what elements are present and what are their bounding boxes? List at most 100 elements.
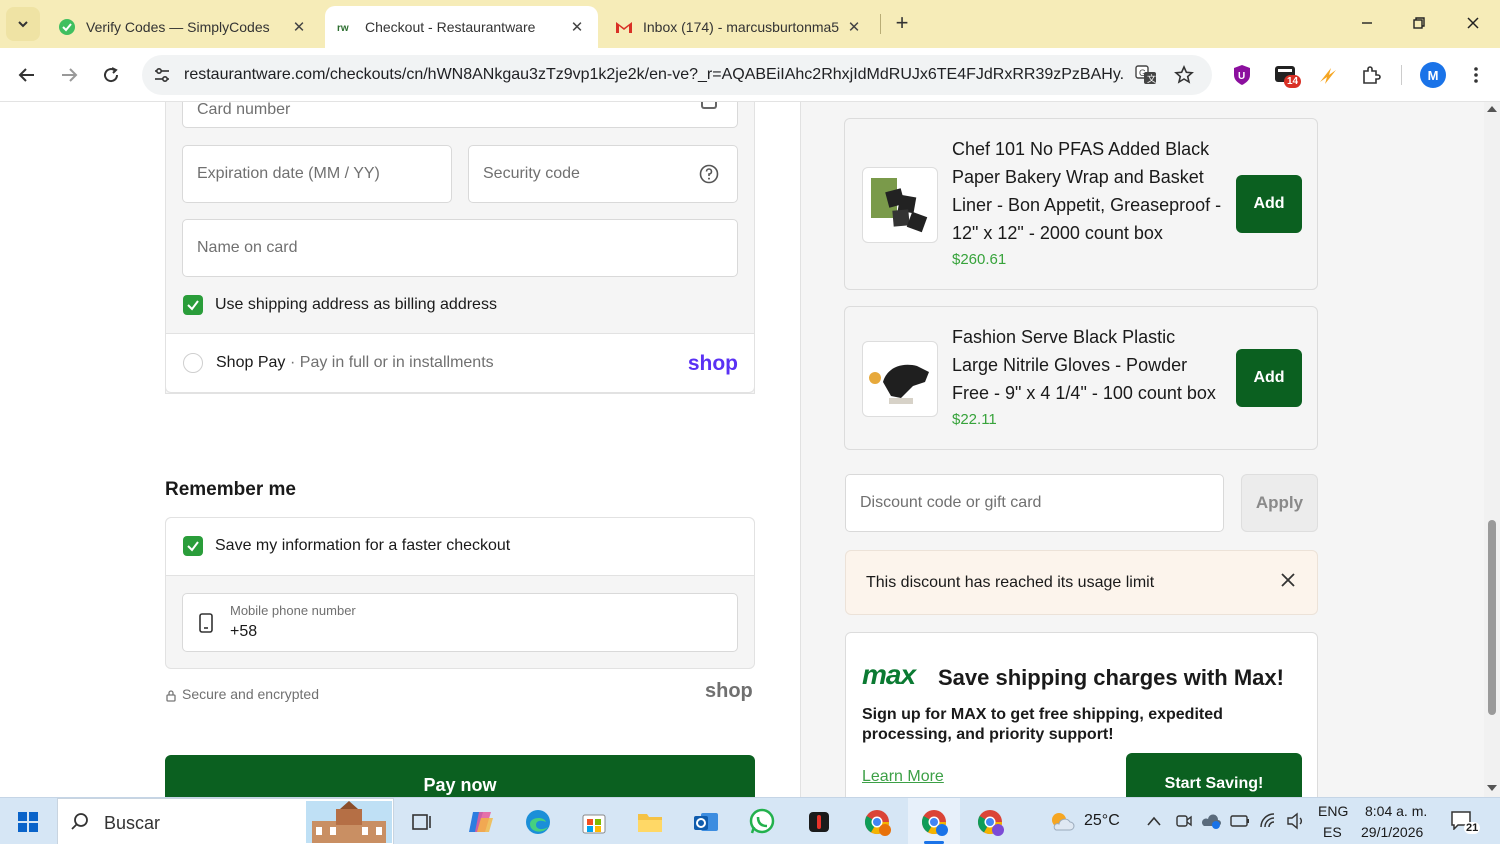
- red-app-icon[interactable]: [803, 806, 835, 838]
- new-tab-button[interactable]: +: [890, 10, 914, 38]
- copilot-icon[interactable]: [465, 806, 497, 838]
- onedrive-icon[interactable]: [1200, 812, 1222, 835]
- chrome-icon[interactable]: [861, 806, 893, 838]
- pay-now-button[interactable]: Pay now: [165, 755, 755, 797]
- clock-time[interactable]: 8:04 a. m.: [1365, 803, 1427, 819]
- tab-separator: [880, 14, 881, 34]
- close-window-button[interactable]: [1458, 8, 1488, 38]
- tab-close-icon[interactable]: ✕: [290, 18, 308, 36]
- edge-icon[interactable]: [522, 806, 554, 838]
- start-button[interactable]: [12, 806, 44, 838]
- expiration-date-field[interactable]: Expiration date (MM / YY): [182, 145, 452, 203]
- tab-close-icon[interactable]: ✕: [568, 18, 586, 36]
- page-scrollbar[interactable]: [1484, 102, 1500, 797]
- translate-icon[interactable]: G文: [1134, 63, 1158, 87]
- url-text: restaurantware.com/checkouts/cn/hWN8ANkg…: [184, 66, 1124, 83]
- notification-count: 21: [1464, 822, 1481, 834]
- taskbar-search-placeholder: Buscar: [104, 813, 161, 833]
- weather-icon[interactable]: [1046, 806, 1078, 838]
- microsoft-store-icon[interactable]: [578, 806, 610, 838]
- back-button[interactable]: [12, 60, 42, 90]
- product-name: Fashion Serve Black Plastic Large Nitril…: [952, 327, 1216, 403]
- task-view-icon[interactable]: [405, 806, 437, 838]
- language-bottom[interactable]: ES: [1323, 824, 1342, 840]
- checkmark-icon: [187, 300, 199, 311]
- shop-pay-option[interactable]: Shop Pay · Pay in full or in installment…: [165, 333, 755, 393]
- wifi-icon[interactable]: [1259, 812, 1279, 835]
- add-product-button[interactable]: Add: [1236, 349, 1302, 407]
- battery-icon: [1230, 814, 1250, 833]
- outlook-icon[interactable]: [690, 806, 722, 838]
- scroll-up-arrow[interactable]: [1487, 106, 1497, 112]
- toolbar-divider: [1401, 65, 1402, 85]
- product-price: $260.61: [952, 251, 1007, 268]
- windows-taskbar: Buscar 25°C ENG ES 8:04 a. m. 29/1/2026 …: [0, 797, 1500, 844]
- browser-menu-icon[interactable]: [1462, 61, 1490, 89]
- product-thumbnail: [862, 167, 938, 243]
- file-explorer-icon[interactable]: [634, 806, 666, 838]
- bookmark-star-icon[interactable]: [1172, 63, 1196, 87]
- discount-code-field[interactable]: Discount code or gift card: [845, 474, 1224, 532]
- apply-discount-button[interactable]: Apply: [1241, 474, 1318, 532]
- weather-temperature: 25°C: [1084, 812, 1120, 829]
- reload-button[interactable]: [96, 60, 126, 90]
- language-top[interactable]: ENG: [1318, 803, 1348, 819]
- chrome-profile-icon[interactable]: [974, 806, 1006, 838]
- profile-badge-icon: [879, 824, 891, 836]
- lightning-extension-icon[interactable]: [1314, 61, 1342, 89]
- restore-icon: [1413, 17, 1425, 29]
- scroll-down-arrow[interactable]: [1487, 785, 1497, 791]
- max-logo: max: [862, 659, 916, 690]
- learn-more-link[interactable]: Learn More: [862, 768, 944, 786]
- simplycodes-favicon-icon: [58, 18, 76, 36]
- forward-button[interactable]: [54, 60, 84, 90]
- scrollbar-thumb[interactable]: [1488, 520, 1496, 715]
- product-card: Chef 101 No PFAS Added Black Paper Baker…: [844, 118, 1318, 290]
- minimize-button[interactable]: [1352, 8, 1382, 38]
- shop-pay-logo: shop: [687, 352, 738, 375]
- tab-restaurantware[interactable]: rw Checkout - Restaurantware ✕: [325, 6, 598, 48]
- use-shipping-label: Use shipping address as billing address: [215, 296, 497, 313]
- extension-badge: 14: [1284, 75, 1302, 88]
- arrow-left-icon: [18, 68, 34, 82]
- close-banner-button[interactable]: [1280, 572, 1296, 593]
- security-code-field[interactable]: Security code: [468, 145, 738, 203]
- chrome-active-icon[interactable]: [918, 806, 950, 838]
- tab-title: Inbox (174) - marcusburtonma5: [643, 19, 840, 35]
- add-product-button[interactable]: Add: [1236, 175, 1302, 233]
- extensions-puzzle-icon[interactable]: [1357, 61, 1385, 89]
- start-saving-button[interactable]: Start Saving!: [1126, 753, 1302, 797]
- address-bar[interactable]: restaurantware.com/checkouts/cn/hWN8ANkg…: [142, 55, 1212, 95]
- tab-search-button[interactable]: [6, 7, 40, 41]
- save-info-label: Save my information for a faster checkou…: [215, 537, 511, 554]
- max-promo-card: max Save shipping charges with Max! Sign…: [845, 632, 1318, 797]
- meet-now-icon[interactable]: [1175, 812, 1193, 835]
- site-settings-icon[interactable]: [150, 63, 174, 87]
- max-body: Sign up for MAX to get free shipping, ex…: [862, 706, 1223, 743]
- volume-icon[interactable]: [1286, 812, 1306, 835]
- shop-pay-radio[interactable]: [183, 353, 203, 373]
- name-on-card-field[interactable]: Name on card: [182, 219, 738, 277]
- tab-gmail[interactable]: Inbox (174) - marcusburtonma5 ✕: [603, 6, 875, 48]
- notifications-extension-icon[interactable]: 14: [1272, 61, 1302, 89]
- windows-logo-icon: [18, 812, 38, 832]
- help-circle-icon[interactable]: [699, 164, 719, 189]
- use-shipping-checkbox[interactable]: [183, 295, 203, 315]
- mobile-phone-field[interactable]: Mobile phone number +58: [182, 593, 738, 652]
- expiration-placeholder: Expiration date (MM / YY): [197, 165, 380, 182]
- restore-button[interactable]: [1404, 8, 1434, 38]
- gmail-favicon-icon: [615, 18, 633, 36]
- card-number-field[interactable]: Card number: [182, 102, 738, 128]
- ublock-extension-icon[interactable]: U: [1228, 61, 1256, 89]
- profile-badge-icon: [936, 824, 948, 836]
- browser-toolbar: restaurantware.com/checkouts/cn/hWN8ANkg…: [0, 48, 1500, 102]
- tab-close-icon[interactable]: ✕: [845, 18, 863, 36]
- whatsapp-icon[interactable]: [746, 806, 778, 838]
- taskbar-search-box[interactable]: Buscar: [57, 798, 394, 844]
- profile-avatar[interactable]: M: [1420, 62, 1446, 88]
- checkmark-icon: [187, 541, 199, 552]
- show-hidden-icons-chevron[interactable]: [1146, 814, 1162, 832]
- tab-simplycodes[interactable]: Verify Codes — SimplyCodes ✕: [46, 6, 320, 48]
- save-info-checkbox[interactable]: [183, 536, 203, 556]
- clock-date[interactable]: 29/1/2026: [1361, 824, 1423, 840]
